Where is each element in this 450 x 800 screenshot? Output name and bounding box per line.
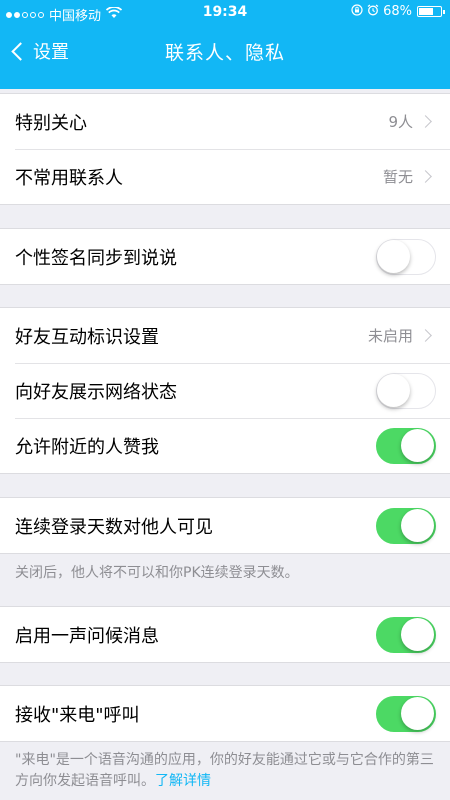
nearby-likes-toggle[interactable]: [376, 427, 436, 464]
row-label: 好友互动标识设置: [15, 326, 159, 348]
row-label: 不常用联系人: [15, 167, 123, 189]
settings-group-5: 启用一声问候消息: [0, 606, 450, 663]
row-label: 向好友展示网络状态: [15, 381, 177, 403]
chevron-right-icon: [419, 170, 432, 183]
toggle-knob: [401, 617, 434, 651]
row-value: 9人: [388, 113, 413, 131]
battery-percent: 68%: [383, 4, 412, 19]
learn-more-link[interactable]: 了解详情: [155, 773, 211, 789]
chevron-right-icon: [419, 329, 432, 342]
row-label: 接收"来电"呼叫: [15, 704, 140, 726]
status-bar: 中国移动 19:34 68%: [0, 0, 450, 26]
page-title: 联系人、隐私: [164, 42, 285, 64]
row-label: 特别关心: [15, 112, 87, 134]
row-greeting: 启用一声问候消息: [0, 607, 450, 662]
row-value: 暂无: [382, 168, 413, 186]
settings-group-1: 特别关心 9人 不常用联系人 暂无: [0, 93, 450, 205]
alarm-icon: [367, 4, 379, 19]
rotation-lock-icon: [351, 4, 363, 19]
settings-group-6: 接收"来电"呼叫: [0, 685, 450, 742]
row-label: 启用一声问候消息: [15, 625, 159, 647]
nav-header: 中国移动 19:34 68% 设置 联系人、隐私: [0, 0, 450, 89]
row-special-care[interactable]: 特别关心 9人: [0, 94, 450, 149]
row-value: 未启用: [367, 327, 413, 345]
incoming-call-toggle[interactable]: [376, 695, 436, 732]
settings-group-3: 好友互动标识设置 未启用 向好友展示网络状态 允许附近的人赞我: [0, 307, 450, 474]
row-infrequent-contacts[interactable]: 不常用联系人 暂无: [0, 149, 450, 204]
login-days-note: 关闭后，他人将不可以和你PK连续登录天数。: [15, 565, 299, 581]
row-label: 连续登录天数对他人可见: [15, 516, 213, 538]
toggle-knob: [401, 696, 434, 730]
signature-sync-toggle[interactable]: [376, 238, 436, 275]
settings-group-4: 连续登录天数对他人可见: [0, 497, 450, 554]
settings-group-2: 个性签名同步到说说: [0, 228, 450, 285]
toggle-knob: [377, 373, 410, 407]
toggle-knob: [377, 239, 410, 273]
row-network-status: 向好友展示网络状态: [0, 363, 450, 418]
toggle-knob: [401, 428, 434, 462]
status-right: 68%: [351, 4, 445, 19]
row-label: 允许附近的人赞我: [15, 436, 159, 458]
row-label: 个性签名同步到说说: [15, 247, 177, 269]
row-friend-interaction[interactable]: 好友互动标识设置 未启用: [0, 308, 450, 363]
row-signature-sync: 个性签名同步到说说: [0, 229, 450, 284]
battery-fill: [419, 8, 434, 15]
toggle-knob: [401, 508, 434, 542]
row-nearby-likes: 允许附近的人赞我: [0, 418, 450, 473]
incoming-call-note-text: "来电"是一个语音沟通的应用，你的好友能通过它或与它合作的第三方向你发起语音呼叫…: [15, 752, 434, 789]
battery-icon: [417, 6, 445, 17]
row-login-days: 连续登录天数对他人可见: [0, 498, 450, 553]
incoming-call-note: "来电"是一个语音沟通的应用，你的好友能通过它或与它合作的第三方向你发起语音呼叫…: [15, 750, 435, 792]
row-incoming-call: 接收"来电"呼叫: [0, 686, 450, 741]
chevron-right-icon: [419, 115, 432, 128]
greeting-toggle[interactable]: [376, 616, 436, 653]
login-days-toggle[interactable]: [376, 507, 436, 544]
network-status-toggle[interactable]: [376, 372, 436, 409]
